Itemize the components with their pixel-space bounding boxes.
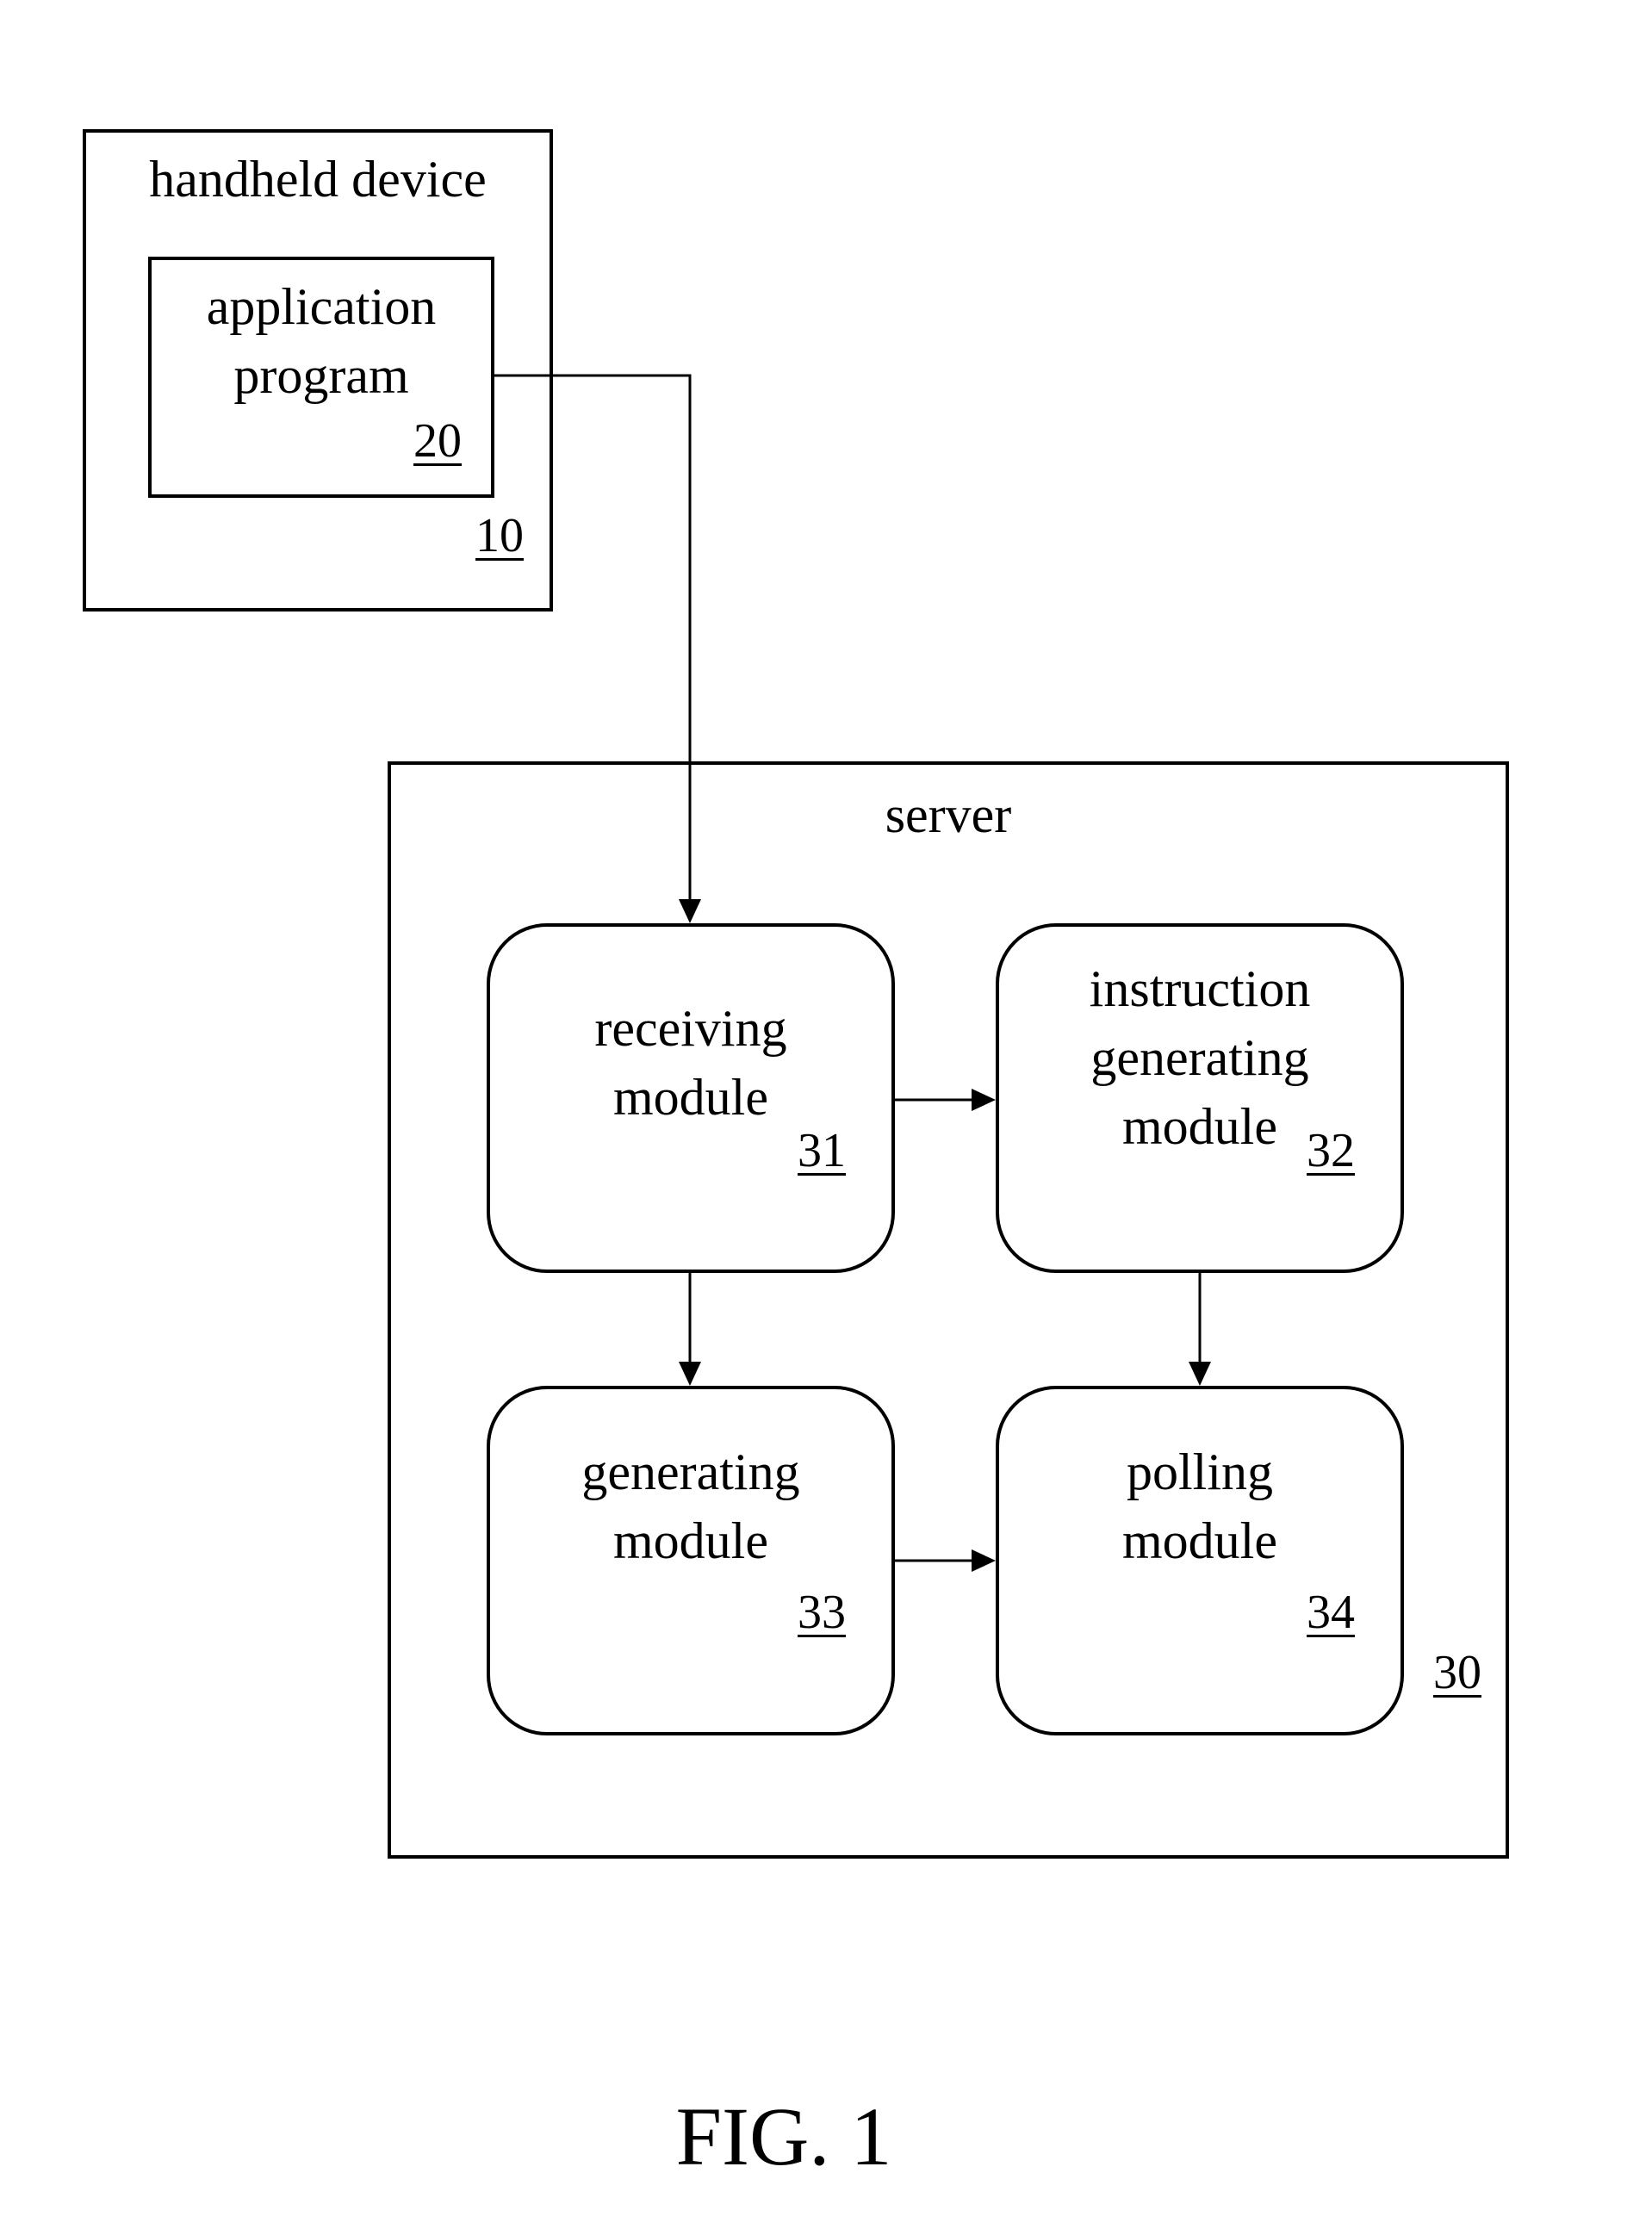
server-ref: 30 [1433, 1646, 1481, 1699]
handheld-device-ref: 10 [475, 509, 524, 562]
polling-module-line1: polling [1126, 1443, 1273, 1500]
figure-caption: FIG. 1 [675, 2090, 892, 2182]
application-program-ref: 20 [413, 414, 462, 468]
server-title: server [885, 786, 1012, 843]
receiving-module-line2: module [613, 1069, 768, 1126]
instruction-generating-module-ref: 32 [1307, 1124, 1355, 1177]
application-program-line1: application [206, 278, 437, 335]
generating-module-ref: 33 [798, 1586, 846, 1639]
instruction-generating-module-line1: instruction [1089, 960, 1311, 1017]
polling-module-ref: 34 [1307, 1586, 1355, 1639]
receiving-module-ref: 31 [798, 1124, 846, 1177]
instruction-generating-module-line2: generating [1090, 1029, 1309, 1086]
handheld-device-title: handheld device [149, 151, 487, 208]
generating-module-line2: module [613, 1512, 768, 1569]
polling-module-line2: module [1122, 1512, 1277, 1569]
receiving-module-line1: receiving [594, 1000, 787, 1057]
application-program-line2: program [233, 347, 409, 404]
generating-module-line1: generating [581, 1443, 800, 1500]
